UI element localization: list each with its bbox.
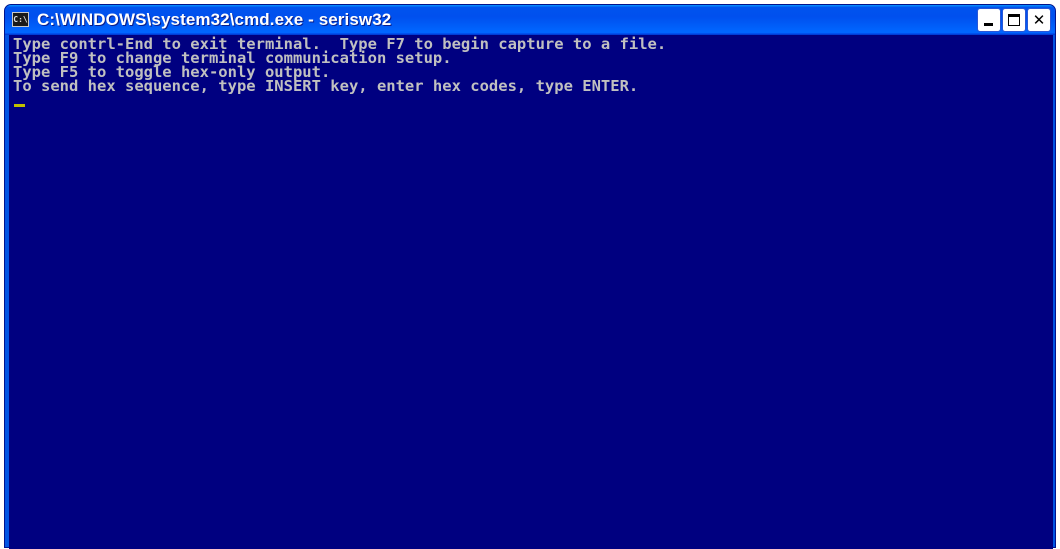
- console-window: C:\ C:\WINDOWS\system32\cmd.exe - serisw…: [4, 4, 1056, 549]
- console-line: To send hex sequence, type INSERT key, e…: [13, 77, 639, 95]
- maximize-button[interactable]: [1002, 8, 1026, 32]
- title-bar[interactable]: C:\ C:\WINDOWS\system32\cmd.exe - serisw…: [5, 5, 1055, 35]
- text-cursor: [14, 104, 25, 107]
- minimize-button[interactable]: [977, 8, 1001, 32]
- cmd-app-icon[interactable]: C:\: [12, 12, 29, 27]
- maximize-icon: [1008, 14, 1020, 26]
- minimize-icon: [984, 23, 993, 26]
- console-output[interactable]: Type contrl-End to exit terminal. Type F…: [9, 35, 1053, 549]
- close-button[interactable]: ✕: [1027, 8, 1051, 32]
- close-icon: ✕: [1032, 11, 1046, 29]
- window-title: C:\WINDOWS\system32\cmd.exe - serisw32: [37, 10, 392, 29]
